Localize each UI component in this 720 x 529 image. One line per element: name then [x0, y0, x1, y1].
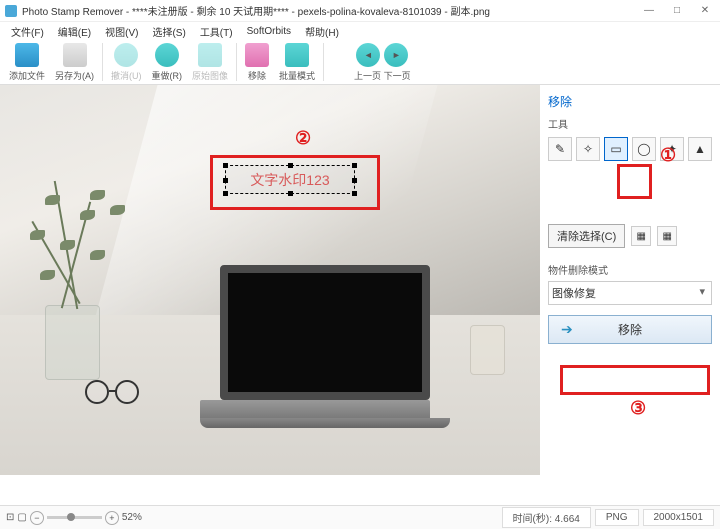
selection-tools: ✎ ✧ ▭ ◯ ✦ ▲ — [548, 137, 712, 161]
annotation-num-2: ② — [295, 128, 311, 149]
watermark-text: 文字水印123 — [250, 170, 329, 190]
mode-select[interactable]: 图像修复 — [548, 281, 712, 305]
annotation-num-1: ① — [660, 145, 676, 166]
clear-selection-button[interactable]: 清除选择(C) — [548, 224, 625, 248]
statusbar: ⊡ ▢ − + 52% 时间(秒): 4.664 PNG 2000x1501 — [0, 505, 720, 529]
marker-tool[interactable]: ✎ — [548, 137, 572, 161]
load-sel-button[interactable]: ▦ — [631, 226, 651, 246]
menu-select[interactable]: 选择(S) — [146, 24, 191, 39]
window-controls: — □ ✕ — [639, 5, 715, 16]
photo-preview: 文字水印123 — [0, 85, 540, 475]
annotation-num-3: ③ — [630, 398, 646, 419]
zoom-out-button[interactable]: − — [30, 511, 44, 525]
original-button[interactable]: 原始图像 — [188, 43, 232, 82]
zoom-slider[interactable] — [47, 516, 102, 519]
original-icon — [198, 43, 222, 67]
zoom-value: 52% — [122, 512, 142, 523]
menu-tools[interactable]: 工具(T) — [194, 24, 239, 39]
handle-mr[interactable] — [352, 178, 357, 183]
lasso-tool[interactable]: ◯ — [632, 137, 656, 161]
title-text: Photo Stamp Remover - ****未注册版 - 剩余 10 天… — [22, 3, 639, 18]
arrow-right-icon: ➔ — [561, 321, 573, 338]
handle-br[interactable] — [352, 191, 357, 196]
close-button[interactable]: ✕ — [695, 5, 715, 16]
titlebar: Photo Stamp Remover - ****未注册版 - 剩余 10 天… — [0, 0, 720, 22]
undo-button[interactable]: 撤消(U) — [107, 43, 146, 82]
maximize-button[interactable]: □ — [667, 5, 687, 16]
handle-bm[interactable] — [288, 191, 293, 196]
minimize-button[interactable]: — — [639, 5, 659, 16]
save-icon — [63, 43, 87, 67]
batch-button[interactable]: 批量模式 — [275, 43, 319, 82]
selection-marquee[interactable]: 文字水印123 — [225, 165, 355, 194]
zoom-in-button[interactable]: + — [105, 511, 119, 525]
canvas[interactable]: 文字水印123 — [0, 85, 540, 475]
menubar: 文件(F) 编辑(E) 视图(V) 选择(S) 工具(T) SoftOrbits… — [0, 22, 720, 40]
handle-tm[interactable] — [288, 163, 293, 168]
stamp-tool[interactable]: ▲ — [688, 137, 712, 161]
eraser-icon — [245, 43, 269, 67]
undo-icon — [114, 43, 138, 67]
actual-icon[interactable]: ▢ — [17, 512, 26, 523]
folder-icon — [15, 43, 39, 67]
batch-icon — [285, 43, 309, 67]
tools-label: 工具 — [548, 116, 712, 131]
panel-title: 移除 — [548, 93, 712, 110]
remove-button[interactable]: ➔ 移除 — [548, 315, 712, 344]
candle-prop — [470, 325, 505, 375]
main-area: 文字水印123 移除 工具 ✎ ✧ ▭ ◯ ✦ ▲ 清除选择(C) — [0, 85, 720, 475]
glasses-prop — [85, 380, 150, 405]
separator — [323, 43, 324, 81]
status-dimensions: 2000x1501 — [643, 509, 715, 526]
menu-view[interactable]: 视图(V) — [99, 24, 144, 39]
addfile-button[interactable]: 添加文件 — [5, 43, 49, 82]
next-icon: ► — [384, 43, 408, 67]
status-time: 时间(秒): 4.664 — [502, 507, 591, 528]
handle-bl[interactable] — [223, 191, 228, 196]
plant-prop — [0, 180, 170, 380]
menu-edit[interactable]: 编辑(E) — [52, 24, 97, 39]
remove-tool-button[interactable]: 移除 — [241, 43, 273, 82]
menu-file[interactable]: 文件(F) — [5, 24, 50, 39]
mode-label: 物件删除模式 — [548, 262, 712, 277]
toolbar: 添加文件 另存为(A) 撤消(U) 重做(R) 原始图像 移除 批量模式 ◄►上… — [0, 40, 720, 85]
handle-tl[interactable] — [223, 163, 228, 168]
handle-tr[interactable] — [352, 163, 357, 168]
redo-button[interactable]: 重做(R) — [148, 43, 187, 82]
zoom-thumb[interactable] — [67, 513, 75, 521]
menu-softorbits[interactable]: SoftOrbits — [241, 26, 297, 37]
laptop-prop — [210, 265, 440, 425]
status-format: PNG — [595, 509, 639, 526]
saveas-button[interactable]: 另存为(A) — [51, 43, 98, 82]
zoom-control: ⊡ ▢ − + 52% — [6, 511, 142, 525]
app-icon — [5, 5, 17, 17]
fit-icon[interactable]: ⊡ — [6, 512, 14, 523]
handle-ml[interactable] — [223, 178, 228, 183]
prev-icon: ◄ — [356, 43, 380, 67]
separator — [102, 43, 103, 81]
menu-help[interactable]: 帮助(H) — [299, 24, 345, 39]
redo-icon — [155, 43, 179, 67]
prev-button[interactable]: ◄►上一页 下一页 — [350, 43, 415, 82]
save-sel-button[interactable]: ▦ — [657, 226, 677, 246]
rect-tool[interactable]: ▭ — [604, 137, 628, 161]
separator — [236, 43, 237, 81]
wand-tool[interactable]: ✧ — [576, 137, 600, 161]
